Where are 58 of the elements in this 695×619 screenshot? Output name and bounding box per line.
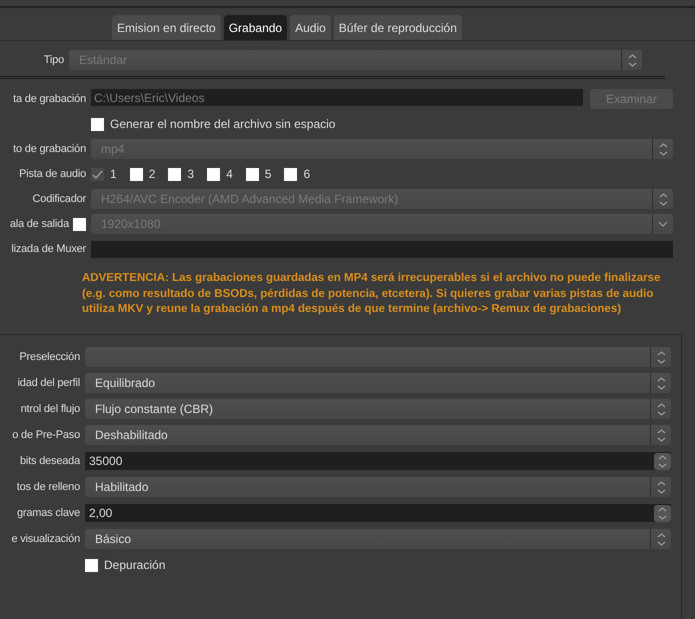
dropdown[interactable]: Básico — [85, 529, 671, 549]
updown-arrows-icon — [656, 350, 666, 364]
dropdown[interactable]: Flujo constante (CBR) — [85, 399, 671, 419]
spin-buttons[interactable] — [654, 504, 671, 522]
checkbox[interactable] — [91, 118, 104, 130]
field-label: ta de grabación — [12, 92, 86, 106]
checkbox[interactable] — [91, 168, 104, 180]
field-label: e visualización — [10, 532, 80, 546]
updown-arrows-icon — [658, 192, 668, 206]
checkbox-label: 1 — [110, 167, 117, 181]
spin-box[interactable]: 35000 — [85, 452, 671, 470]
field-label: bits deseada — [19, 454, 80, 468]
field-label: tos de relleno — [16, 480, 80, 494]
checkbox[interactable] — [284, 168, 298, 180]
chevron-down-icon — [658, 221, 668, 227]
checkbox-label: Depuración — [104, 558, 166, 572]
tab[interactable]: Emision en directo — [112, 15, 221, 40]
updown-arrows-icon — [656, 428, 666, 442]
field-label: Tipo — [42, 53, 64, 67]
checkbox[interactable] — [246, 168, 259, 180]
tab[interactable]: Grabando — [224, 15, 288, 40]
field-label: idad del perfil — [16, 376, 80, 390]
tab[interactable]: Audio — [290, 15, 331, 40]
input-field[interactable] — [91, 240, 673, 258]
field-label: ntrol del flujo — [20, 402, 80, 416]
checkbox-label: 4 — [226, 167, 233, 181]
spin-buttons[interactable] — [654, 452, 671, 470]
dropdown[interactable]: Habilitado — [85, 477, 671, 497]
field-label: lizada de Muxer — [10, 242, 86, 256]
checkbox-label: 5 — [264, 167, 272, 181]
updown-arrows-icon — [628, 54, 636, 66]
field-label: Preselección — [18, 350, 80, 364]
checkbox[interactable] — [130, 168, 143, 180]
updown-arrows-icon — [658, 142, 668, 156]
field-label: to de grabación — [12, 142, 86, 156]
tab[interactable]: Búfer de reproducción — [334, 15, 462, 40]
updown-arrows-icon — [656, 532, 666, 546]
field-label: ala de salida — [10, 217, 69, 231]
warning-text: ADVERTENCIA: Las grabaciones guardadas en MP4 será irrecuperables si el archivo no puede finalizarse (e.g. como resultado de BSODs, pérdidas de potencia, etcetera). Si quieres grabar varias pistas de audio utiliza MKV y reune la grabación a mp4 después de que termine (archivo-> Remux de grabaciones) — [81, 271, 662, 317]
updown-arrows-icon — [656, 402, 666, 416]
checkbox[interactable] — [85, 558, 98, 572]
dropdown[interactable]: Equilibrado — [85, 373, 671, 393]
checkbox-label: Generar el nombre del archivo sin espacio — [110, 117, 336, 131]
checkbox[interactable] — [207, 168, 220, 180]
updown-arrows-icon — [658, 454, 667, 468]
checkbox-label: 3 — [187, 167, 194, 181]
field-label: o de Pre-Paso — [11, 428, 80, 442]
checkbox[interactable] — [168, 168, 182, 180]
updown-arrows-icon — [658, 506, 667, 520]
field-label: Codificador — [32, 192, 86, 206]
updown-arrows-icon — [656, 480, 666, 494]
dropdown[interactable]: Deshabilitado — [85, 425, 671, 445]
updown-arrows-icon — [656, 376, 666, 390]
spin-box[interactable]: 2,00 — [85, 504, 671, 522]
checkbox-label: 2 — [148, 167, 156, 181]
field-label: Pista de audio — [18, 167, 86, 181]
checkbox-label: 6 — [303, 167, 310, 181]
field-label: gramas clave — [16, 506, 80, 520]
